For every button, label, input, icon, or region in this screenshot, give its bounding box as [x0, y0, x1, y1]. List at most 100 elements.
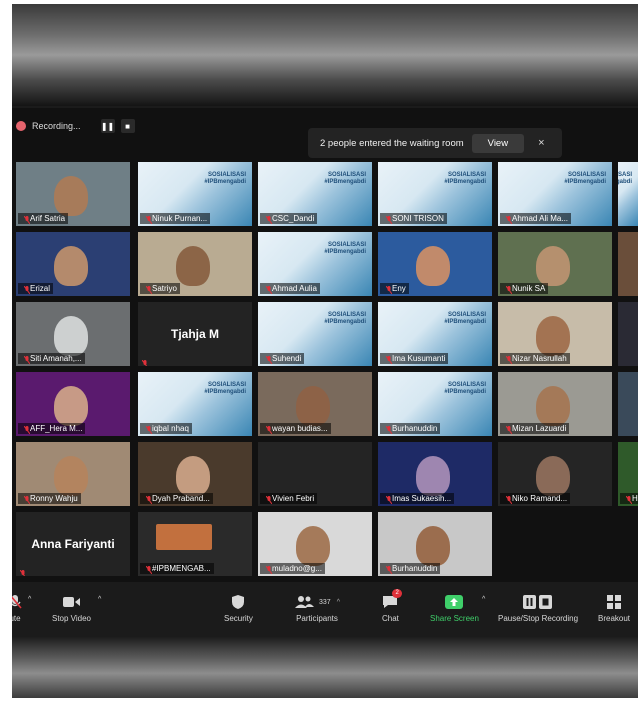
- participant-name: Erizal: [30, 284, 51, 293]
- participant-name: Nunik SA: [512, 284, 546, 293]
- participant-name-label: Eny: [380, 283, 409, 294]
- participant-name: Ninuk Purnan...: [152, 214, 208, 223]
- participant-tile[interactable]: wayan budias...: [258, 372, 372, 436]
- participant-name: Eny: [392, 284, 406, 293]
- muted-mic-icon: [21, 285, 30, 294]
- participant-name: SONI TRISON: [392, 214, 444, 223]
- participants-options-chevron-icon[interactable]: ^: [337, 599, 340, 606]
- muted-mic-icon: [143, 215, 152, 224]
- participant-name: Satriyo: [152, 284, 177, 293]
- participant-tile[interactable]: Burhanuddin: [378, 512, 492, 576]
- participant-name-label: Ahmad Aulia: [260, 283, 320, 294]
- participant-tile[interactable]: Mizan Lazuardi: [498, 372, 612, 436]
- participant-name-label: Niko Ramand...: [500, 493, 571, 504]
- participant-tile[interactable]: SOSIALISASI #IPBmengabdi: [618, 162, 638, 226]
- muted-mic-icon: [263, 285, 272, 294]
- participant-tile[interactable]: Anna Fariyanti: [16, 512, 130, 576]
- participant-tile[interactable]: Arif Satria: [16, 162, 130, 226]
- participant-tile[interactable]: #IPBMENGAB...: [138, 512, 252, 576]
- participant-silhouette: [416, 456, 450, 496]
- participant-silhouette: [54, 176, 88, 216]
- muted-mic-icon: [19, 565, 26, 576]
- participant-name-label: Henry KHS: [620, 493, 638, 504]
- participant-tile[interactable]: Vivien Febri: [258, 442, 372, 506]
- share-screen-label: Share Screen: [430, 614, 479, 623]
- pause-stop-recording-button[interactable]: Pause/Stop Recording: [498, 594, 578, 623]
- participant-name: Mizan Lazuardi: [512, 424, 567, 433]
- participant-silhouette: [296, 526, 330, 566]
- participant-tile[interactable]: [618, 372, 638, 436]
- participant-tile[interactable]: [618, 302, 638, 366]
- participant-silhouette: [176, 456, 210, 496]
- recording-label: Recording...: [32, 121, 81, 131]
- participant-tile[interactable]: SOSIALISASI #IPBmengabdi Burhanuddin: [378, 372, 492, 436]
- muted-mic-icon: [143, 565, 152, 574]
- video-options-chevron-icon[interactable]: ^: [98, 596, 101, 603]
- participant-tile[interactable]: [618, 232, 638, 296]
- muted-mic-icon: [263, 495, 272, 504]
- participant-tile[interactable]: Tjahja M: [138, 302, 252, 366]
- stop-video-button[interactable]: Stop Video: [52, 594, 91, 623]
- waiting-room-notification: 2 people entered the waiting room View ×: [308, 128, 562, 158]
- muted-mic-icon: [21, 425, 30, 434]
- shared-slide-title: SOSIALISASI #IPBmengabdi: [444, 382, 486, 395]
- participant-tile[interactable]: muladno@g...: [258, 512, 372, 576]
- participant-tile[interactable]: Nizar Nasrullah: [498, 302, 612, 366]
- stop-recording-button[interactable]: ■: [120, 119, 135, 133]
- participants-button[interactable]: 337 ^ Participants: [294, 594, 340, 623]
- participant-tile[interactable]: Satriyo: [138, 232, 252, 296]
- participant-name: Vivien Febri: [272, 494, 315, 503]
- shared-slide-title: SOSIALISASI #IPBmengabdi: [564, 172, 606, 185]
- muted-mic-icon: [141, 355, 148, 366]
- muted-mic-icon: [143, 495, 152, 504]
- participant-tile[interactable]: SOSIALISASI #IPBmengabdi SONI TRISON: [378, 162, 492, 226]
- participant-name-label: Ima Kusumanti: [380, 353, 449, 364]
- participant-tile[interactable]: Eny: [378, 232, 492, 296]
- participant-tile[interactable]: Nunik SA: [498, 232, 612, 296]
- participant-name-label: Ahmad Ali Ma...: [500, 213, 572, 224]
- participant-tile[interactable]: Henry KHS: [618, 442, 638, 506]
- share-screen-button[interactable]: Share Screen: [430, 594, 479, 623]
- close-notification-button[interactable]: ×: [538, 137, 544, 149]
- participant-name: Ahmad Aulia: [272, 284, 317, 293]
- participant-tile[interactable]: Siti Amanah,...: [16, 302, 130, 366]
- chat-button[interactable]: 2 Chat: [382, 589, 402, 623]
- pause-recording-button[interactable]: ❚❚: [100, 119, 115, 133]
- muted-mic-icon: [383, 355, 392, 364]
- participant-tile[interactable]: Imas Sukaesih...: [378, 442, 492, 506]
- view-waiting-room-button[interactable]: View: [471, 133, 525, 153]
- muted-mic-icon: [263, 215, 272, 224]
- participant-name: Ima Kusumanti: [392, 354, 446, 363]
- participant-tile[interactable]: SOSIALISASI #IPBmengabdi Ahmad Ali Ma...: [498, 162, 612, 226]
- participant-tile[interactable]: SOSIALISASI #IPBmengabdi Ima Kusumanti: [378, 302, 492, 366]
- muted-mic-icon: [143, 285, 152, 294]
- participant-tile[interactable]: Erizal: [16, 232, 130, 296]
- muted-mic-icon: [21, 495, 30, 504]
- mute-button[interactable]: ute: [12, 594, 22, 623]
- breakout-rooms-button[interactable]: Breakout: [598, 594, 630, 623]
- participant-tile[interactable]: SOSIALISASI #IPBmengabdi CSC_Dandi: [258, 162, 372, 226]
- muted-mic-icon: [503, 425, 512, 434]
- share-options-chevron-icon[interactable]: ^: [482, 596, 485, 603]
- participant-name: iqbal nhaq: [152, 424, 189, 433]
- participant-tile[interactable]: SOSIALISASI #IPBmengabdi iqbal nhaq: [138, 372, 252, 436]
- security-button[interactable]: Security: [224, 594, 253, 623]
- participants-count: 337: [319, 598, 331, 606]
- participant-silhouette: [54, 246, 88, 286]
- participant-tile[interactable]: AFF_Hera M...: [16, 372, 130, 436]
- muted-mic-icon: [383, 285, 392, 294]
- participant-tile[interactable]: Niko Ramand...: [498, 442, 612, 506]
- participant-tile[interactable]: SOSIALISASI #IPBmengabdi Ninuk Purnan...: [138, 162, 252, 226]
- participant-tile[interactable]: Dyah Praband...: [138, 442, 252, 506]
- participant-name-label: Mizan Lazuardi: [500, 423, 570, 434]
- muted-mic-icon: [143, 425, 152, 434]
- participant-video: [618, 372, 638, 436]
- participant-tile[interactable]: SOSIALISASI #IPBmengabdi Suhendi: [258, 302, 372, 366]
- participant-name: Burhanuddin: [392, 564, 438, 573]
- participant-tile[interactable]: Ronny Wahju: [16, 442, 130, 506]
- participant-name: Burhanuddin: [392, 424, 438, 433]
- mute-options-chevron-icon[interactable]: ^: [28, 596, 31, 603]
- muted-mic-icon: [623, 495, 632, 504]
- participant-name: CSC_Dandi: [272, 214, 315, 223]
- participant-tile[interactable]: SOSIALISASI #IPBmengabdi Ahmad Aulia: [258, 232, 372, 296]
